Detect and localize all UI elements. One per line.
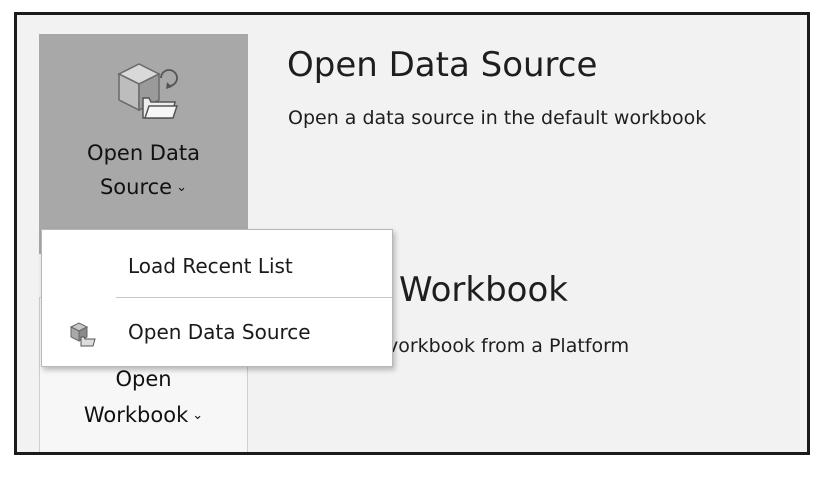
menu-item-label: Load Recent List <box>128 254 293 278</box>
open-data-source-description: Open a data source in the default workbo… <box>288 107 707 129</box>
open-workbook-label-line2: Workbook ⌄ <box>40 400 247 431</box>
open-data-source-title: Open Data Source <box>287 45 598 85</box>
menu-item-open-data-source[interactable]: Open Data Source <box>42 306 392 362</box>
open-workbook-label-line1: Open <box>115 367 172 391</box>
open-data-source-label-text: Source <box>99 175 173 199</box>
open-data-source-button[interactable]: Open Data Source ⌄ <box>39 34 248 254</box>
chevron-down-icon: ⌄ <box>176 180 188 195</box>
data-source-icon <box>68 320 96 348</box>
menu-item-load-recent-list[interactable]: Load Recent List <box>42 240 392 296</box>
chevron-down-icon: ⌄ <box>192 408 204 423</box>
open-data-source-label-line1: Open Data <box>87 141 200 165</box>
cube-open-folder-icon <box>109 56 179 126</box>
open-workbook-description: vorkbook from a Platform <box>387 335 630 357</box>
menu-item-label: Open Data Source <box>128 320 311 344</box>
ribbon-panel: Open Data Source ⌄ Open Data Source Open … <box>14 12 810 455</box>
open-data-source-dropdown-menu: Load Recent List Open Data Source <box>41 229 393 367</box>
menu-separator <box>116 297 392 298</box>
open-workbook-title: Workbook <box>399 270 568 310</box>
open-data-source-label-line2: Source ⌄ <box>39 172 248 203</box>
open-workbook-label-text: Workbook <box>83 403 189 427</box>
